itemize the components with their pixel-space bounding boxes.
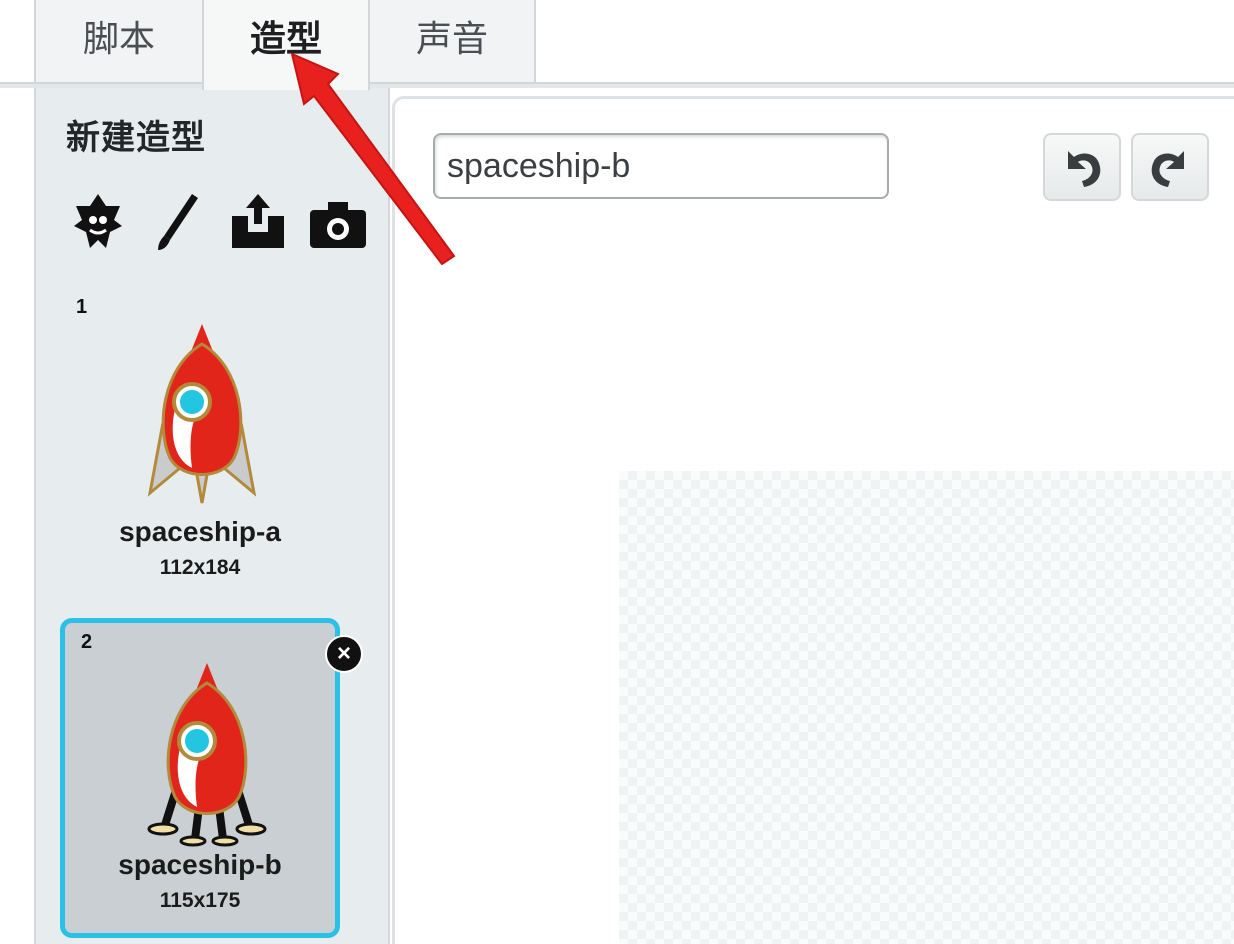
costume-thumbnail	[137, 657, 277, 847]
close-icon: ×	[336, 640, 351, 667]
redo-button[interactable]	[1131, 133, 1209, 201]
rocket-icon	[147, 324, 257, 504]
paint-editor	[392, 96, 1234, 944]
redo-icon	[1151, 151, 1184, 187]
tab-sounds[interactable]: 声音	[368, 0, 536, 82]
costume-thumbnail	[132, 318, 272, 508]
tab-costumes[interactable]: 造型	[202, 0, 370, 90]
tab-scripts-label: 脚本	[82, 19, 155, 60]
drawing-canvas[interactable]	[619, 471, 1234, 944]
tab-costumes-label: 造型	[249, 19, 322, 60]
camera-icon[interactable]	[306, 190, 370, 254]
new-costume-tools	[66, 190, 376, 254]
costume-size: 112x184	[159, 556, 241, 579]
rocket-icon	[147, 663, 267, 847]
tab-scripts[interactable]: 脚本	[34, 0, 204, 82]
costume-item-selected[interactable]: 2 × spaceship-b 115x175	[60, 618, 363, 938]
costume-number: 1	[76, 296, 88, 318]
undo-icon	[1068, 151, 1101, 187]
upload-icon[interactable]	[226, 190, 290, 254]
tab-sounds-label: 声音	[415, 19, 488, 60]
delete-costume-button[interactable]: ×	[325, 635, 363, 673]
costume-editor-window: 脚本 造型 声音 新建造型 1 spaceship-a 112x184 2 × …	[0, 0, 1234, 944]
costume-sidebar: 新建造型 1 spaceship-a 112x184 2 × spaceship…	[34, 88, 390, 944]
costume-item[interactable]: 1 spaceship-a 112x184	[60, 288, 340, 598]
costume-number: 2	[81, 631, 93, 653]
new-costume-title: 新建造型	[66, 118, 206, 158]
tab-bar: 脚本 造型 声音	[0, 0, 1234, 90]
paint-brush-icon[interactable]	[146, 190, 210, 254]
sprite-library-icon[interactable]	[66, 190, 130, 254]
costume-name: spaceship-a	[119, 516, 281, 547]
costume-name-input[interactable]	[433, 133, 889, 199]
costume-name: spaceship-b	[118, 849, 282, 880]
undo-button[interactable]	[1043, 133, 1121, 201]
costume-size: 115x175	[159, 889, 241, 912]
